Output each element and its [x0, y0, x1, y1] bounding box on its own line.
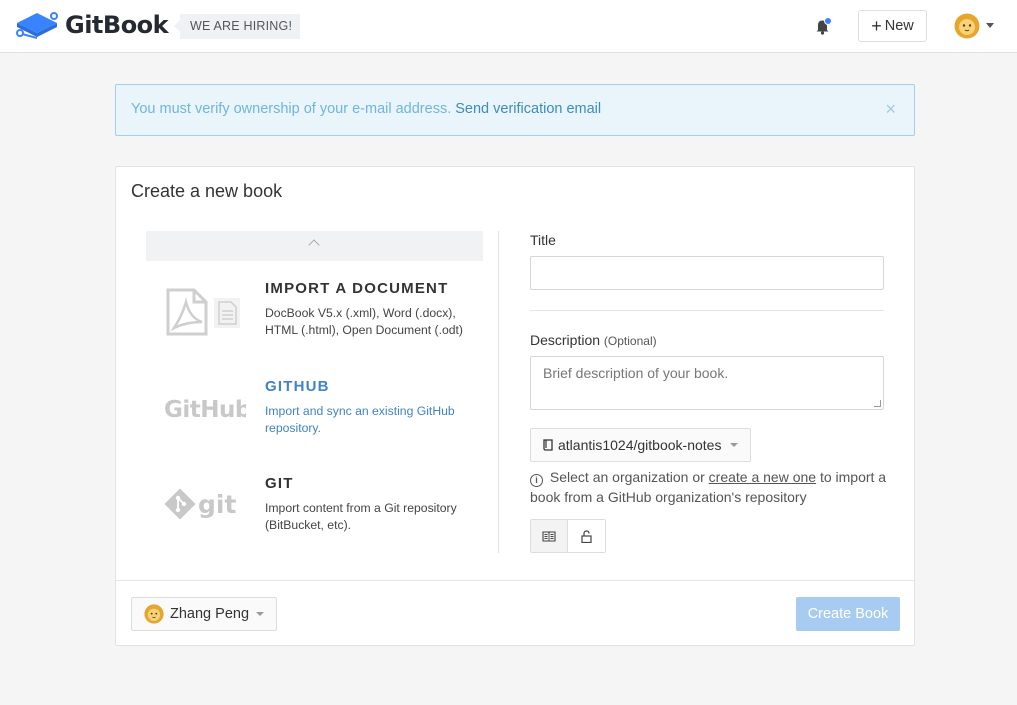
private-toggle[interactable]	[568, 520, 605, 552]
github-icon: GitHub	[164, 397, 246, 423]
open-book-icon	[542, 530, 556, 542]
chevron-down-icon	[730, 443, 739, 447]
git-icon: git	[164, 488, 236, 520]
public-toggle[interactable]	[531, 520, 569, 552]
alert-message: You must verify ownership of your e-mail…	[131, 101, 452, 117]
organization-help-text: i Select an organization or create a new…	[530, 469, 887, 505]
user-avatar[interactable]	[954, 13, 980, 39]
plus-icon: +	[871, 16, 882, 36]
column-divider	[498, 231, 499, 553]
card-footer: Zhang Peng Create Book	[116, 580, 914, 645]
source-title: GIT	[265, 475, 294, 492]
description-textarea[interactable]: Brief description of your book.	[530, 356, 884, 410]
hiring-badge[interactable]: WE ARE HIRING!	[173, 14, 301, 39]
form-divider	[530, 310, 884, 311]
source-title: GITHUB	[265, 378, 330, 395]
github-option[interactable]: GitHub GITHUB Import and sync an existin…	[146, 378, 486, 458]
source-description: Import and sync an existing GitHub repos…	[265, 404, 455, 435]
owner-select[interactable]: Zhang Peng	[131, 597, 278, 631]
owner-avatar	[144, 604, 164, 624]
create-book-button[interactable]: Create Book	[796, 597, 900, 631]
svg-text:git: git	[198, 490, 236, 519]
scroll-up-button[interactable]	[146, 231, 483, 261]
page-title: Create a new book	[131, 181, 283, 201]
user-menu-caret-icon[interactable]	[986, 23, 994, 28]
close-icon[interactable]: ×	[885, 99, 896, 120]
owner-name: Zhang Peng	[170, 606, 250, 622]
title-input[interactable]	[530, 256, 884, 290]
repository-select[interactable]: atlantis1024/gitbook-notes	[530, 428, 752, 462]
create-book-card: Create a new book IMPORT A DOCUMENT DocB…	[115, 166, 915, 646]
optional-hint: (Optional)	[603, 334, 657, 348]
description-placeholder: Brief description of your book.	[543, 365, 729, 381]
top-navbar: GitBook WE ARE HIRING! + New	[0, 0, 1017, 53]
send-verification-link[interactable]: Send verification email	[455, 101, 601, 117]
title-label: Title	[530, 232, 556, 248]
gitbook-logo[interactable]: GitBook	[15, 9, 169, 41]
description-label: Description (Optional)	[530, 332, 657, 348]
notification-bell-icon[interactable]	[814, 17, 832, 35]
source-title: IMPORT A DOCUMENT	[265, 280, 449, 297]
repository-selected: atlantis1024/gitbook-notes	[558, 437, 722, 453]
new-button[interactable]: + New	[858, 10, 927, 42]
visibility-toggle[interactable]	[530, 519, 606, 553]
brand-name: GitBook	[65, 11, 169, 39]
git-option[interactable]: git GIT Import content from a Git reposi…	[146, 475, 486, 555]
resize-handle-icon[interactable]	[874, 400, 881, 407]
book-logo-icon	[16, 12, 58, 39]
pdf-document-icon	[166, 288, 240, 336]
info-icon: i	[530, 474, 543, 487]
lock-icon	[581, 529, 592, 543]
description-label-text: Description	[530, 332, 601, 348]
create-organization-link[interactable]: create a new one	[709, 469, 816, 485]
chevron-up-icon	[308, 239, 320, 251]
repo-icon	[543, 438, 553, 451]
new-button-label: New	[884, 18, 914, 34]
source-description: Import content from a Git repository (Bi…	[265, 501, 457, 532]
verify-email-alert: You must verify ownership of your e-mail…	[115, 84, 915, 136]
source-description: DocBook V5.x (.xml), Word (.docx), HTML …	[265, 306, 463, 337]
chevron-down-icon	[256, 612, 265, 616]
import-document-option[interactable]: IMPORT A DOCUMENT DocBook V5.x (.xml), W…	[146, 280, 486, 360]
svg-text:GitHub: GitHub	[164, 397, 246, 423]
